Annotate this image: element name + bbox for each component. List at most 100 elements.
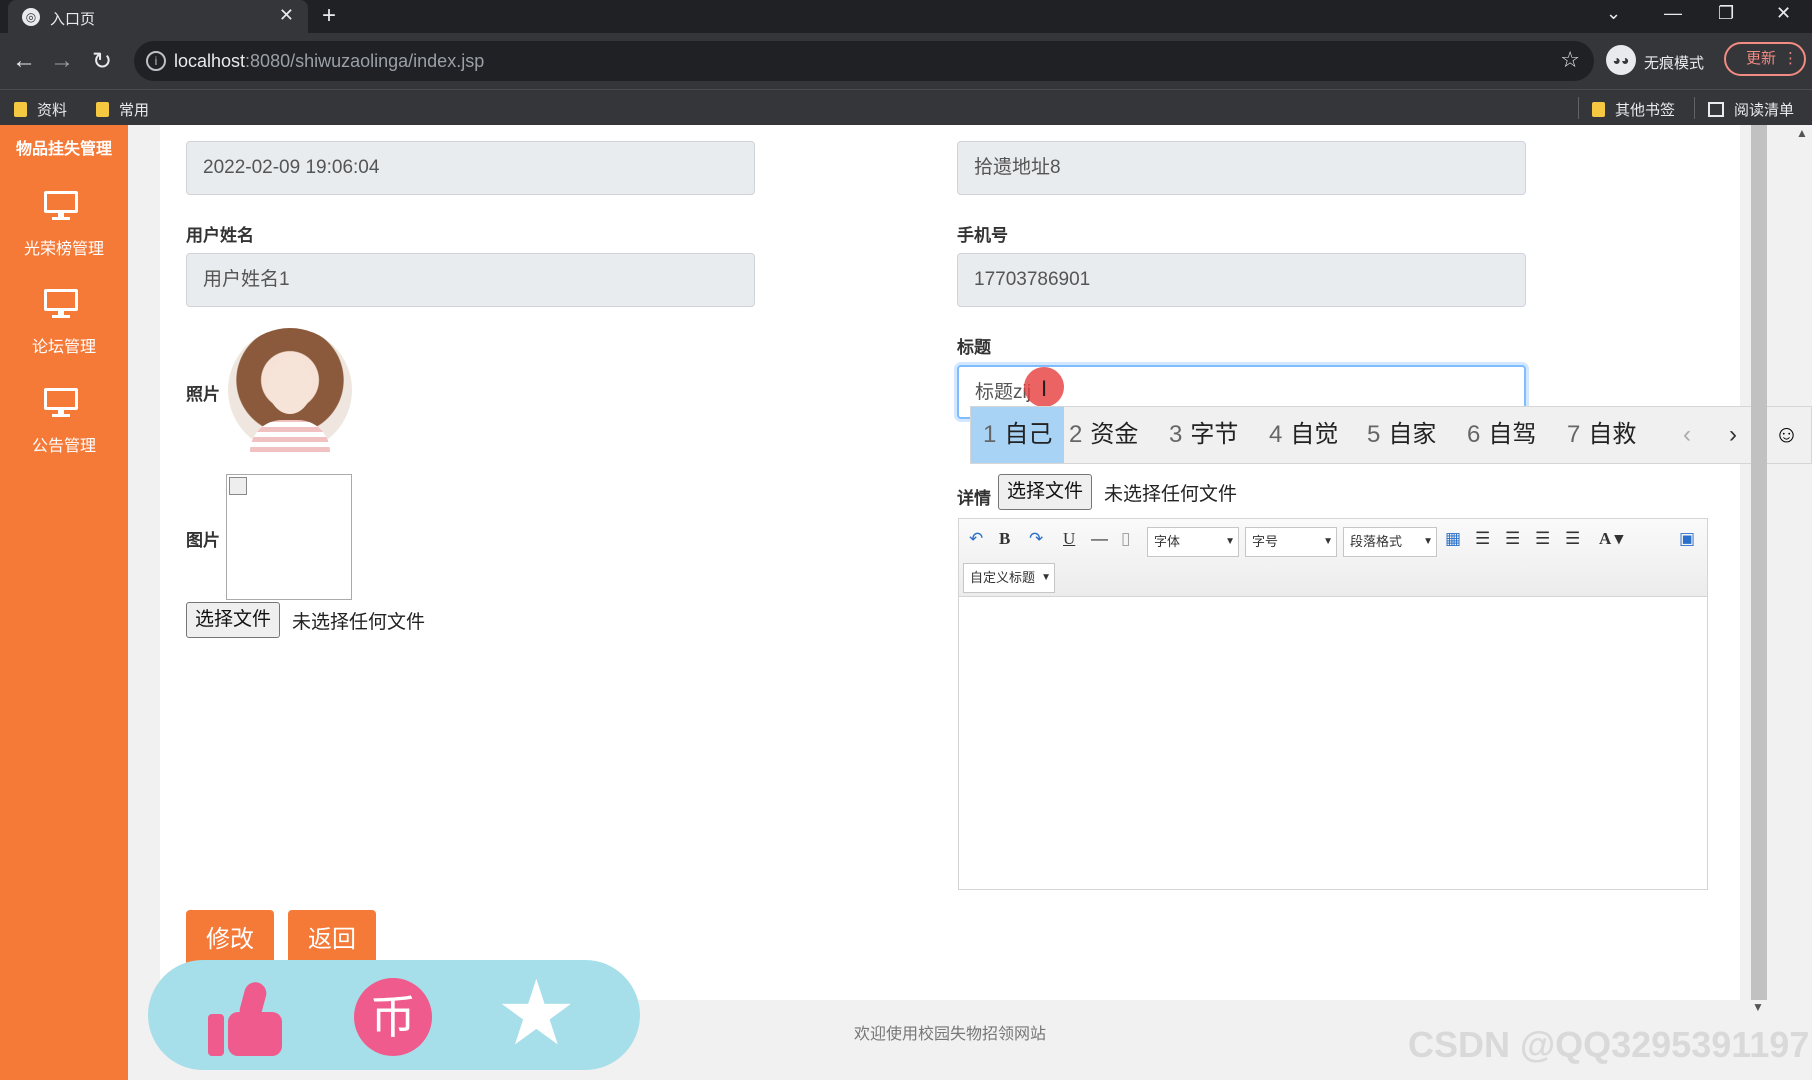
tab-title: 入口页 (50, 11, 96, 28)
reload-icon[interactable]: ↻ (92, 47, 112, 76)
folder-icon (1592, 102, 1605, 117)
detail-file-status: 未选择任何文件 (1104, 484, 1238, 505)
minimize-button[interactable]: — (1664, 3, 1682, 24)
ime-candidate-bar: 1 自己 2 资金 3 字节 4 自觉 5 自家 6 自驾 7 自救 ‹ › ☺ (970, 406, 1812, 464)
dropdown-arrow-icon: ▼ (1225, 536, 1235, 547)
detail-file-button[interactable]: 选择文件 (998, 474, 1093, 510)
editor-toolbar: ↶ B ↷ U — ▯ 字体 ▼ 字号 ▼ 段落格式 ▼ ▦ ☰ ☰ ☰ ☰ A ▾ … (959, 519, 1707, 597)
font-family-select[interactable]: 字体 ▼ (1147, 527, 1239, 557)
image-label: 图片 (186, 531, 220, 550)
image-file-button[interactable]: 选择文件 (186, 602, 281, 638)
ime-emoji-icon[interactable]: ☺ (1761, 407, 1811, 463)
folder-icon (96, 102, 109, 117)
image-preview (226, 474, 352, 600)
undo-icon[interactable]: ↶ (969, 529, 983, 549)
paste-icon[interactable]: ▯ (1121, 529, 1130, 549)
update-button[interactable]: 更新 ⋮ (1724, 42, 1806, 76)
ime-candidate[interactable]: 1 自己 (971, 407, 1065, 463)
bookmark-folder-ziliao[interactable]: 资料 (14, 99, 67, 120)
title-label: 标题 (957, 338, 991, 357)
tab-search-icon[interactable]: ⌄ (1606, 3, 1621, 24)
image-file-status: 未选择任何文件 (292, 612, 426, 633)
ime-candidate[interactable]: 7 自救 (1555, 407, 1648, 463)
forward-icon[interactable]: → (50, 47, 74, 75)
ime-prev-page-icon[interactable]: ‹ (1683, 407, 1691, 463)
globe-icon: ◎ (22, 8, 40, 26)
monitor-icon (44, 388, 78, 417)
ime-candidate[interactable]: 5 自家 (1355, 407, 1448, 463)
restore-button[interactable]: ❐ (1718, 3, 1734, 24)
sidebar-item-label: 光荣榜管理 (23, 241, 104, 258)
ime-candidate[interactable]: 2 资金 (1057, 407, 1150, 463)
table-icon[interactable]: ▦ (1445, 529, 1461, 549)
redo-icon[interactable]: ↷ (1029, 529, 1043, 549)
other-bookmarks[interactable]: 其他书签 (1592, 99, 1675, 120)
reaction-bar: 币 ★ (148, 960, 640, 1070)
thumbs-up-icon[interactable] (208, 979, 282, 1056)
horizontal-rule-icon[interactable]: — (1091, 529, 1108, 549)
coin-icon[interactable]: 币 (354, 978, 432, 1056)
scroll-down-icon[interactable]: ▼ (1752, 1000, 1764, 1014)
sidebar-brand[interactable]: 物品挂失管理 (0, 135, 128, 159)
preview-icon[interactable]: ▣ (1679, 529, 1695, 549)
broken-image-icon (229, 477, 247, 495)
align-center-icon[interactable]: ☰ (1535, 529, 1550, 549)
dropdown-arrow-icon: ▼ (1423, 536, 1433, 547)
phone-field[interactable]: 17703786901 (957, 253, 1526, 307)
username-field[interactable]: 用户姓名1 (186, 253, 755, 307)
detail-label: 详情 (957, 489, 991, 508)
site-info-icon[interactable]: i (146, 51, 166, 71)
username-label: 用户姓名 (186, 226, 254, 245)
phone-label: 手机号 (957, 226, 1008, 245)
new-tab-button[interactable]: + (322, 2, 336, 30)
paragraph-format-select[interactable]: 段落格式 ▼ (1343, 527, 1437, 557)
back-icon[interactable]: ← (12, 47, 36, 75)
url-text[interactable]: localhost:8080/shiwuzaolinga/index.jsp (174, 51, 484, 72)
photo-label: 照片 (186, 385, 220, 404)
pickup-address-field[interactable]: 拾遗地址8 (957, 141, 1526, 195)
edit-button[interactable]: 修改 (186, 910, 274, 966)
sidebar-item-announcements[interactable]: 公告管理 (0, 388, 128, 468)
watermark: CSDN @QQ3295391197 (1408, 1024, 1810, 1065)
bookmarks-bar: 资料 常用 其他书签 阅读清单 (0, 89, 1812, 125)
text-cursor-icon: I (1041, 376, 1048, 401)
browser-tab-bar: ◎ 入口页 ✕ + ⌄ — ❐ ✕ (0, 0, 1812, 33)
sidebar-item-honor-roll[interactable]: 光荣榜管理 (0, 191, 128, 271)
ime-next-page-icon[interactable]: › (1729, 407, 1737, 463)
ime-candidate[interactable]: 3 字节 (1157, 407, 1250, 463)
reading-list-icon (1708, 102, 1724, 117)
rich-text-editor[interactable]: ↶ B ↷ U — ▯ 字体 ▼ 字号 ▼ 段落格式 ▼ ▦ ☰ ☰ ☰ ☰ A ▾ … (958, 518, 1708, 890)
sidebar-item-forum[interactable]: 论坛管理 (0, 289, 128, 369)
browser-toolbar: ← → ↻ i localhost:8080/shiwuzaolinga/ind… (0, 33, 1812, 89)
address-bar[interactable]: i localhost:8080/shiwuzaolinga/index.jsp… (134, 41, 1594, 81)
back-button[interactable]: 返回 (288, 910, 376, 966)
dropdown-arrow-icon: ▼ (1041, 572, 1051, 583)
date-field[interactable]: 2022-02-09 19:06:04 (186, 141, 755, 195)
underline-icon[interactable]: U (1063, 529, 1075, 549)
close-tab-icon[interactable]: ✕ (279, 5, 294, 26)
align-right-icon[interactable]: ☰ (1505, 529, 1520, 549)
monitor-icon (44, 191, 78, 220)
font-color-icon[interactable]: A ▾ (1599, 529, 1623, 549)
align-left-icon[interactable]: ☰ (1475, 529, 1490, 549)
folder-icon (14, 102, 27, 117)
bookmark-folder-changyong[interactable]: 常用 (96, 99, 149, 120)
ime-candidate[interactable]: 4 自觉 (1257, 407, 1350, 463)
justify-icon[interactable]: ☰ (1565, 529, 1580, 549)
reading-list[interactable]: 阅读清单 (1708, 99, 1794, 120)
incognito-label: 无痕模式 (1644, 55, 1705, 72)
page-scrollbar[interactable] (1751, 125, 1767, 1000)
bookmarks-divider (1694, 97, 1695, 119)
custom-title-select[interactable]: 自定义标题 ▼ (963, 563, 1055, 593)
sidebar: 物品挂失管理 光荣榜管理 论坛管理 公告管理 (0, 125, 128, 1080)
scroll-up-icon[interactable]: ▲ (1796, 126, 1808, 140)
font-size-select[interactable]: 字号 ▼ (1245, 527, 1337, 557)
close-window-button[interactable]: ✕ (1776, 3, 1791, 24)
ime-candidate[interactable]: 6 自驾 (1455, 407, 1548, 463)
menu-dots-icon: ⋮ (1783, 50, 1798, 67)
star-icon[interactable]: ★ (496, 964, 577, 1064)
bookmarks-divider (1578, 97, 1579, 119)
bookmark-star-icon[interactable]: ☆ (1560, 47, 1580, 73)
browser-tab[interactable]: ◎ 入口页 ✕ (8, 0, 308, 33)
bold-icon[interactable]: B (999, 529, 1010, 549)
